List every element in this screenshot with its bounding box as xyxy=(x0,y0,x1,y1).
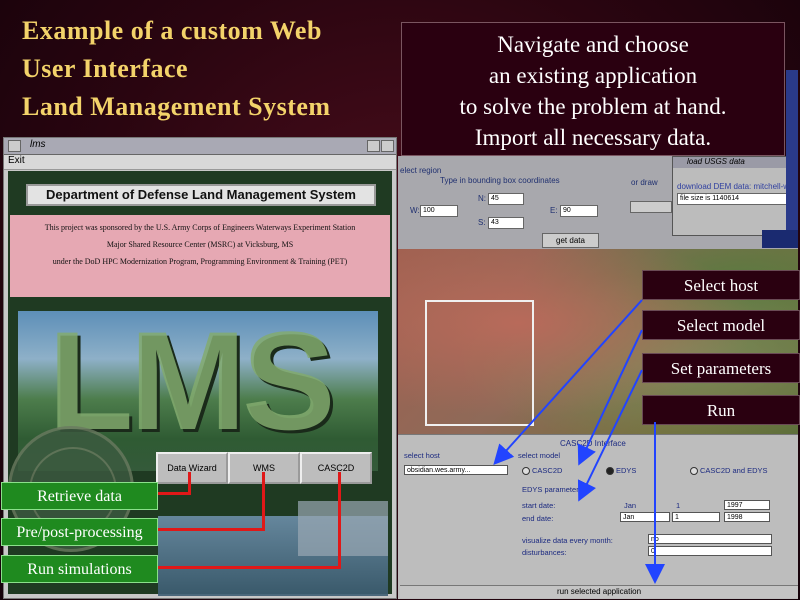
n-label: N: xyxy=(478,194,486,203)
select-host-label: select host xyxy=(404,451,440,460)
select-region-heading: elect region xyxy=(400,166,442,175)
callout-line-3: to solve the problem at hand. xyxy=(459,94,727,119)
lms-window-title: lms xyxy=(30,139,46,150)
model-edys-label: EDYS xyxy=(616,466,637,475)
menu-exit[interactable]: Exit xyxy=(8,155,25,166)
run-simulations-label: Run simulations xyxy=(1,555,158,583)
draw-slider[interactable] xyxy=(630,201,672,213)
casc2d-button[interactable]: CASC2D xyxy=(300,452,372,484)
end-date-label: end date: xyxy=(522,514,554,523)
connector-line xyxy=(158,528,263,531)
connector-line xyxy=(338,472,341,569)
run-step: Run xyxy=(642,395,800,425)
lms-titlebar: lms xyxy=(4,138,396,155)
visualize-select[interactable]: no xyxy=(648,534,772,544)
usgs-file-size: file size is 1140614 xyxy=(677,193,791,205)
start-day: 1 xyxy=(676,501,681,510)
start-month: Jan xyxy=(624,501,637,510)
slide-title-line-2: User Interface xyxy=(22,54,189,83)
retrieve-data-label: Retrieve data xyxy=(1,482,158,510)
sponsor-text: This project was sponsored by the U.S. A… xyxy=(10,215,390,297)
edys-params-label: EDYS parameters xyxy=(522,485,583,494)
usgs-window: load USGS data download DEM data: mitche… xyxy=(672,156,798,236)
model-casc2d-label: CASC2D xyxy=(532,466,563,475)
set-parameters-step: Set parameters xyxy=(642,353,800,383)
ship-photo xyxy=(298,501,388,556)
get-data-button[interactable]: get data xyxy=(542,233,599,248)
maximize-icon[interactable] xyxy=(381,140,394,152)
e-label: E: xyxy=(550,206,558,215)
minimize-icon[interactable] xyxy=(367,140,380,152)
host-select[interactable]: obsidian.wes.army... xyxy=(404,465,508,475)
end-year-select[interactable]: 1998 xyxy=(724,512,770,522)
connector-line xyxy=(158,566,339,569)
start-year-select[interactable]: 1997 xyxy=(724,500,770,510)
sponsor-line-2: Major Shared Resource Center (MSRC) at V… xyxy=(106,240,294,249)
disturbances-select[interactable]: 0 xyxy=(648,546,772,556)
n-input[interactable]: 45 xyxy=(488,193,524,205)
slide-title-line-3: Land Management System xyxy=(22,92,331,121)
w-input[interactable]: 100 xyxy=(420,205,458,217)
visualize-label: visualize data every month: xyxy=(522,536,613,545)
select-host-step: Select host xyxy=(642,270,800,300)
s-input[interactable]: 43 xyxy=(488,217,524,229)
or-draw-label: or draw xyxy=(631,178,658,187)
dod-banner: Department of Defense Land Management Sy… xyxy=(26,184,376,206)
callout-line-2: an existing application xyxy=(488,63,698,88)
disturbances-label: disturbances: xyxy=(522,548,567,557)
callout-line-4: Import all necessary data. xyxy=(474,125,712,150)
end-day-select[interactable]: 1 xyxy=(672,512,720,522)
usgs-window-title: load USGS data xyxy=(673,157,797,168)
connector-line xyxy=(158,492,190,495)
start-date-label: start date: xyxy=(522,501,556,510)
bbox-subheading: Type in bounding box coordinates xyxy=(440,176,560,185)
casc2d-interface-panel: CASC2D Interface select host obsidian.we… xyxy=(398,434,798,599)
callout-line-1: Navigate and choose xyxy=(497,32,689,57)
data-wizard-button[interactable]: Data Wizard xyxy=(156,452,228,484)
end-month-select[interactable]: Jan xyxy=(620,512,670,522)
radio-edys[interactable] xyxy=(606,467,614,475)
background-window-corner xyxy=(762,230,798,248)
selection-rectangle[interactable] xyxy=(425,300,534,426)
sponsor-line-3: under the DoD HPC Modernization Program,… xyxy=(52,257,348,266)
sponsor-line-1: This project was sponsored by the U.S. A… xyxy=(44,223,356,232)
s-label: S: xyxy=(478,218,486,227)
connector-line xyxy=(188,472,191,495)
lms-menubar: Exit xyxy=(4,155,396,170)
usgs-download-label: download DEM data: mitchell-w xyxy=(677,182,790,191)
model-casc2d-edys-label: CASC2D and EDYS xyxy=(700,466,768,475)
pre-post-processing-label: Pre/post-processing xyxy=(1,518,158,546)
slide-title: Example of a custom Web User Interface L… xyxy=(22,12,392,126)
radio-casc2d[interactable] xyxy=(522,467,530,475)
navigate-callout: Navigate and choose an existing applicat… xyxy=(401,22,785,156)
connector-line xyxy=(262,472,265,531)
radio-casc2d-edys[interactable] xyxy=(690,467,698,475)
select-model-label: select model xyxy=(518,451,561,460)
casc2d-title: CASC2D Interface xyxy=(560,439,626,448)
background-window-edge xyxy=(786,70,798,230)
select-model-step: Select model xyxy=(642,310,800,340)
w-label: W: xyxy=(410,206,420,215)
window-menu-icon[interactable] xyxy=(8,140,21,152)
run-selected-application-button[interactable]: run selected application xyxy=(400,585,798,598)
slide-title-line-1: Example of a custom Web xyxy=(22,16,322,45)
e-input[interactable]: 90 xyxy=(560,205,598,217)
